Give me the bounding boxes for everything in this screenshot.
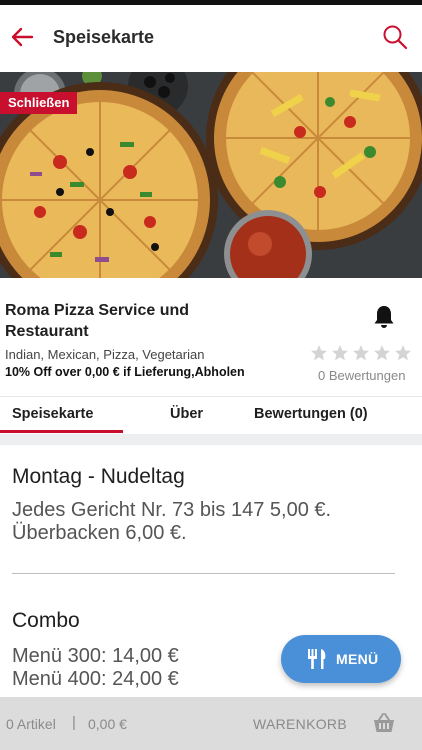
star-icon: [332, 345, 348, 361]
page-title: Speisekarte: [53, 27, 155, 47]
cart-item-count: 0 Artikel: [6, 716, 56, 732]
menu-section-title[interactable]: Montag - Nudeltag: [12, 465, 185, 489]
restaurant-offer: 10% Off over 0,00 € if Lieferung,Abholen: [5, 365, 245, 379]
basket-icon[interactable]: [372, 711, 396, 735]
rating-count: 0 Bewertungen: [318, 368, 406, 383]
star-icon: [395, 345, 411, 361]
restaurant-cuisines: Indian, Mexican, Pizza, Vegetarian: [5, 347, 205, 362]
cart-separator: |: [72, 714, 76, 731]
cart-total: 0,00 €: [88, 716, 127, 732]
menu-section-title[interactable]: Combo: [12, 609, 80, 633]
menu-fab-button[interactable]: MENÜ: [281, 635, 401, 683]
star-icon: [374, 345, 390, 361]
arrow-back-icon[interactable]: [8, 23, 36, 51]
menu-section-description: Menü 300: 14,00 € Menü 400: 24,00 €: [12, 645, 179, 691]
closed-status-badge: Schließen: [0, 92, 78, 114]
tab-ueber[interactable]: Über: [170, 397, 203, 434]
tab-bewertungen[interactable]: Bewertungen (0): [254, 397, 368, 434]
restaurant-name: Roma Pizza Service und Restaurant: [5, 302, 190, 340]
cart-bar[interactable]: 0 Artikel | 0,00 € WARENKORB: [0, 697, 422, 750]
section-divider: [0, 434, 422, 445]
search-icon[interactable]: [381, 23, 409, 51]
app-bar: Speisekarte: [0, 5, 422, 72]
star-icon: [311, 345, 327, 361]
restaurant-info: Roma Pizza Service und Restaurant Indian…: [0, 278, 422, 396]
cart-label[interactable]: WARENKORB: [253, 716, 347, 732]
menu-line: Menü 300: 14,00 €: [12, 645, 179, 667]
tab-bar: Speisekarte Über Bewertungen (0): [0, 396, 422, 434]
star-icon: [353, 345, 369, 361]
rating-stars: [310, 344, 412, 362]
tab-speisekarte[interactable]: Speisekarte: [12, 397, 93, 434]
divider: [12, 573, 395, 574]
bell-icon[interactable]: [372, 304, 396, 330]
menu-section-description: Jedes Gericht Nr. 73 bis 147 5,00 €. Übe…: [12, 499, 332, 544]
hero-image: Schließen: [0, 72, 422, 278]
active-tab-indicator: [0, 430, 123, 433]
menu-line: Menü 400: 24,00 €: [12, 668, 179, 690]
fork-knife-icon: [308, 649, 326, 669]
menu-fab-label: MENÜ: [336, 651, 379, 667]
